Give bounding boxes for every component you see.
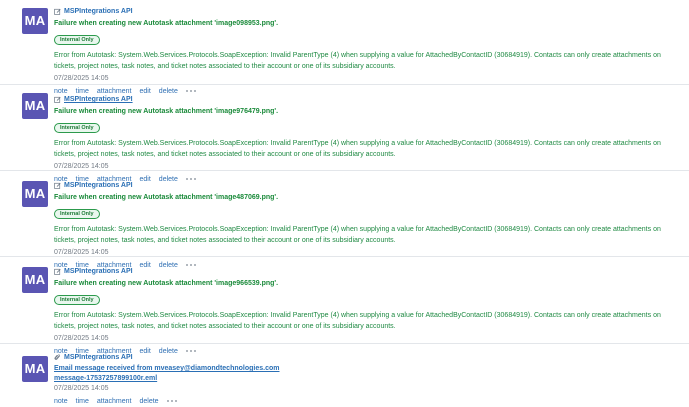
ticket-activity-feed: MA MSPIntegrations API Failure when crea…: [0, 0, 689, 407]
more-options-icon[interactable]: [166, 399, 178, 403]
note-actions: note time attachment delete: [54, 396, 665, 406]
note-body: Error from Autotask: System.Web.Services…: [54, 140, 661, 158]
avatar: MA: [22, 181, 48, 207]
avatar: MA: [22, 8, 48, 34]
note-title: Failure when creating new Autotask attac…: [54, 108, 279, 115]
activity-note: MA MSPIntegrations API Email message rec…: [0, 344, 689, 407]
avatar: MA: [22, 267, 48, 293]
note-action-note[interactable]: note: [54, 398, 68, 405]
author-link[interactable]: MSPIntegrations API: [64, 268, 133, 275]
note-body: Error from Autotask: System.Web.Services…: [54, 312, 661, 330]
internal-only-badge: Internal Only: [54, 209, 100, 219]
activity-note: MA MSPIntegrations API Failure when crea…: [0, 85, 689, 183]
edit-icon: [54, 8, 61, 15]
author-link[interactable]: MSPIntegrations API: [64, 96, 133, 103]
activity-note: MA MSPIntegrations API Failure when crea…: [0, 171, 689, 269]
note-timestamp: 07/28/2025 14:05: [54, 249, 109, 256]
note-action-time[interactable]: time: [76, 398, 89, 405]
author-link[interactable]: MSPIntegrations API: [64, 8, 133, 15]
note-title: Failure when creating new Autotask attac…: [54, 280, 279, 287]
note-timestamp: 07/28/2025 14:05: [54, 335, 109, 342]
paperclip-icon: [54, 354, 61, 360]
activity-note: MA MSPIntegrations API Failure when crea…: [0, 257, 689, 355]
email-subject-link[interactable]: Email message received from mveasey@diam…: [54, 364, 665, 374]
note-action-delete[interactable]: delete: [140, 398, 159, 405]
note-timestamp: 07/28/2025 14:05: [54, 75, 109, 82]
note-action-attachment[interactable]: attachment: [97, 398, 132, 405]
note-title: Failure when creating new Autotask attac…: [54, 194, 279, 201]
note-body: Error from Autotask: System.Web.Services…: [54, 226, 661, 244]
edit-icon: [54, 268, 61, 275]
note-title: Failure when creating new Autotask attac…: [54, 20, 279, 27]
note-timestamp: 07/28/2025 14:05: [54, 385, 109, 392]
note-body: Error from Autotask: System.Web.Services…: [54, 52, 661, 70]
activity-note: MA MSPIntegrations API Failure when crea…: [0, 0, 689, 95]
avatar: MA: [22, 356, 48, 382]
internal-only-badge: Internal Only: [54, 295, 100, 305]
internal-only-badge: Internal Only: [54, 35, 100, 45]
author-link[interactable]: MSPIntegrations API: [64, 182, 133, 189]
note-timestamp: 07/28/2025 14:05: [54, 163, 109, 170]
edit-icon: [54, 182, 61, 189]
eml-attachment-link[interactable]: message-17537257899100r.eml: [54, 374, 665, 384]
edit-icon: [54, 96, 61, 103]
author-link[interactable]: MSPIntegrations API: [64, 354, 133, 361]
avatar: MA: [22, 93, 48, 119]
internal-only-badge: Internal Only: [54, 123, 100, 133]
